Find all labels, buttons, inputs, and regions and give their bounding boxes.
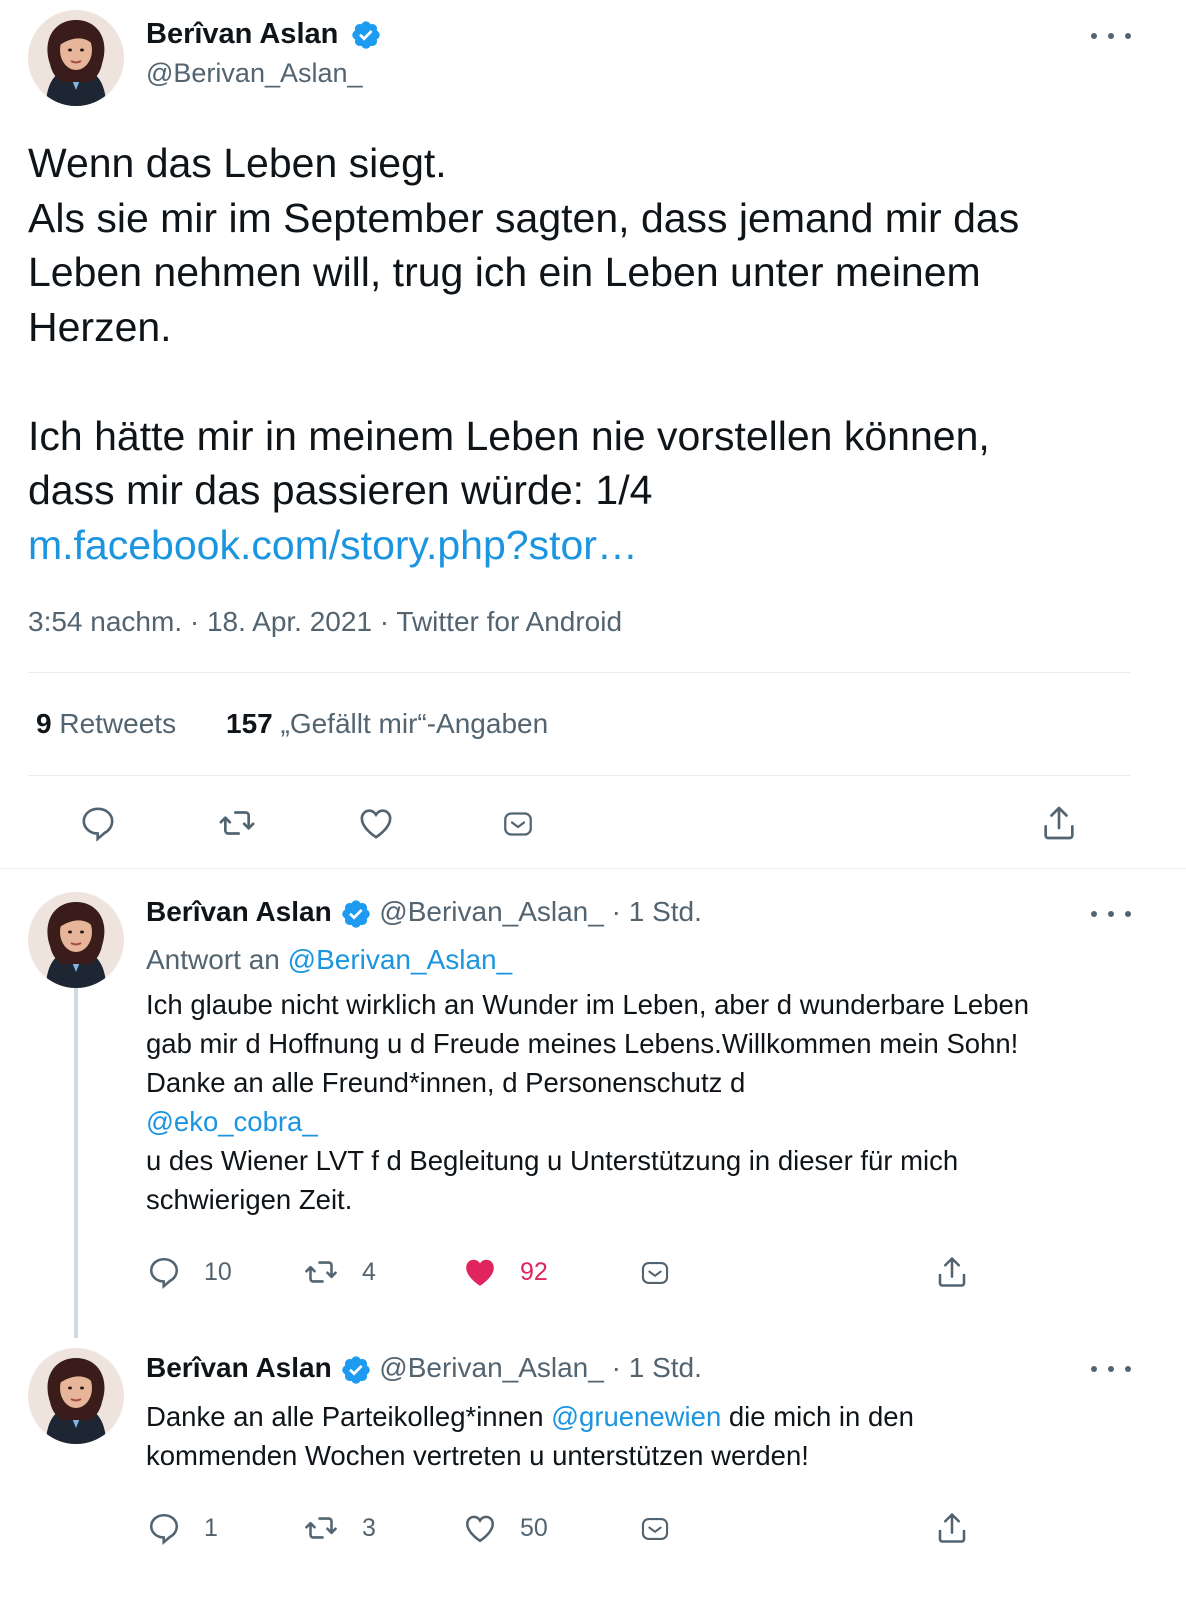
tweet-text-line — [28, 354, 1138, 409]
author-name[interactable]: Berîvan Aslan — [146, 896, 332, 927]
likes-label: „Gefällt mir“-Angaben — [280, 708, 549, 739]
tweet-text-line: Herzen. — [28, 303, 172, 350]
like-count: 92 — [520, 1257, 548, 1286]
reply-text-segment: Danke an alle Parteikolleg*innen — [146, 1401, 552, 1432]
reply-button[interactable] — [78, 803, 118, 843]
retweets-label: Retweets — [59, 708, 177, 739]
mention-link[interactable]: @gruenewien — [551, 1401, 721, 1432]
reply-button[interactable]: 1 — [146, 1510, 218, 1546]
share-button[interactable] — [934, 1510, 970, 1546]
reply-text-line: kommenden Wochen vertreten u unterstütze… — [146, 1440, 809, 1471]
reply-text-line: Danke an alle Freund*innen, d Personensc… — [146, 1067, 746, 1098]
author-handle[interactable]: @Berivan_Aslan_ — [379, 896, 604, 927]
reply-to-handle[interactable]: @Berivan_Aslan_ — [288, 944, 513, 975]
reply-count: 1 — [204, 1513, 218, 1542]
retweets-count: 9 — [36, 708, 52, 739]
verified-badge-icon — [350, 19, 382, 51]
share-button[interactable] — [934, 1254, 970, 1290]
tweet-text-line: Ich hätte mir in meinem Leben nie vorste… — [28, 412, 990, 459]
divider — [28, 672, 1130, 673]
retweet-icon — [219, 811, 255, 835]
share-icon — [1044, 806, 1074, 840]
reply-text-segment: die mich in den — [721, 1401, 914, 1432]
likes-count: 157 — [226, 708, 273, 739]
author-name[interactable]: Berîvan Aslan — [146, 1352, 332, 1383]
like-count: 50 — [520, 1513, 548, 1542]
like-icon — [465, 1515, 495, 1543]
like-icon — [466, 1259, 494, 1286]
share-icon — [938, 1513, 966, 1543]
more-icon[interactable] — [1091, 26, 1131, 46]
like-button[interactable] — [356, 803, 396, 843]
main-tweet-author[interactable]: Berîvan Aslan — [146, 18, 382, 51]
tweet-link[interactable]: m.facebook.com/story.php?stor… — [28, 518, 1138, 573]
like-button[interactable]: 92 — [462, 1254, 548, 1290]
tweet-text-line: Leben nehmen will, trug ich ein Leben un… — [28, 249, 981, 295]
share-button[interactable] — [1039, 803, 1079, 843]
reply-button[interactable]: 10 — [146, 1254, 232, 1290]
retweets-stat[interactable]: 9 Retweets — [36, 708, 176, 740]
divider — [0, 868, 1186, 869]
retweet-count: 4 — [362, 1257, 376, 1286]
reply-avatar[interactable] — [28, 1348, 124, 1444]
tweet-meta[interactable]: 3:54 nachm. · 18. Apr. 2021 · Twitter fo… — [28, 606, 622, 638]
retweet-button[interactable]: 3 — [302, 1510, 376, 1546]
share-via-dm-icon — [641, 1262, 669, 1284]
tweet-text-line: Wenn das Leben siegt. — [28, 140, 447, 186]
tweet-text-line: Als sie mir im September sagten, dass je… — [28, 194, 1020, 241]
reply-header: Berîvan Aslan @Berivan_Aslan_ · 1 Std. — [146, 1352, 702, 1386]
verified-badge-icon — [340, 1354, 372, 1386]
reply-icon — [82, 807, 114, 842]
thread-line — [74, 988, 78, 1338]
reply-text-line: schwierigen Zeit. — [146, 1184, 353, 1215]
mention-link[interactable]: @eko_cobra_ — [146, 1102, 1146, 1141]
share-icon — [938, 1257, 966, 1287]
reply-to-line: Antwort an @Berivan_Aslan_ — [146, 944, 512, 976]
share-via-dm-icon — [504, 812, 532, 836]
reply-text-line: u des Wiener LVT f d Begleitung u Unters… — [146, 1145, 959, 1176]
retweet-count: 3 — [362, 1513, 376, 1542]
reply-header: Berîvan Aslan @Berivan_Aslan_ · 1 Std. — [146, 896, 702, 930]
verified-badge-icon — [340, 898, 372, 930]
like-icon — [360, 809, 392, 839]
author-handle[interactable]: @Berivan_Aslan_ — [379, 1352, 604, 1383]
timestamp[interactable]: · 1 Std. — [612, 896, 702, 927]
reply-text-line: Danke an alle Parteikolleg*innen @gruene… — [146, 1397, 1146, 1436]
retweet-button[interactable] — [216, 803, 258, 843]
retweet-button[interactable]: 4 — [302, 1254, 376, 1290]
reply-text: Danke an alle Parteikolleg*innen @gruene… — [146, 1397, 1146, 1475]
retweet-icon — [305, 1517, 337, 1539]
share-via-dm-button[interactable] — [638, 1512, 672, 1546]
share-via-dm-button[interactable] — [638, 1256, 672, 1290]
like-button[interactable]: 50 — [462, 1510, 548, 1546]
share-via-dm-button[interactable] — [500, 806, 536, 842]
reply-count: 10 — [204, 1257, 232, 1286]
reply-avatar[interactable] — [28, 892, 124, 988]
reply-icon — [149, 1513, 179, 1546]
share-via-dm-icon — [641, 1518, 669, 1540]
author-handle[interactable]: @Berivan_Aslan_ — [146, 58, 363, 89]
tweet-text: Wenn das Leben siegt. Als sie mir im Sep… — [28, 136, 1138, 572]
author-name[interactable]: Berîvan Aslan — [146, 18, 338, 50]
reply-icon — [149, 1257, 179, 1290]
reply-text-line: Ich glaube nicht wirklich an Wunder im L… — [146, 989, 1030, 1020]
timestamp[interactable]: · 1 Std. — [612, 1352, 702, 1383]
likes-stat[interactable]: 157 „Gefällt mir“-Angaben — [226, 708, 548, 740]
more-icon[interactable] — [1091, 1359, 1131, 1379]
reply-text: Ich glaube nicht wirklich an Wunder im L… — [146, 985, 1146, 1219]
more-icon[interactable] — [1091, 904, 1131, 924]
tweet-text-line: dass mir das passieren würde: 1/4 — [28, 467, 653, 513]
retweet-icon — [305, 1261, 337, 1283]
reply-text-line: gab mir d Hoffnung u d Freude meines Leb… — [146, 1028, 1019, 1059]
main-tweet-avatar[interactable] — [28, 10, 124, 106]
reply-to-label: Antwort an — [146, 944, 280, 975]
divider — [28, 775, 1130, 776]
